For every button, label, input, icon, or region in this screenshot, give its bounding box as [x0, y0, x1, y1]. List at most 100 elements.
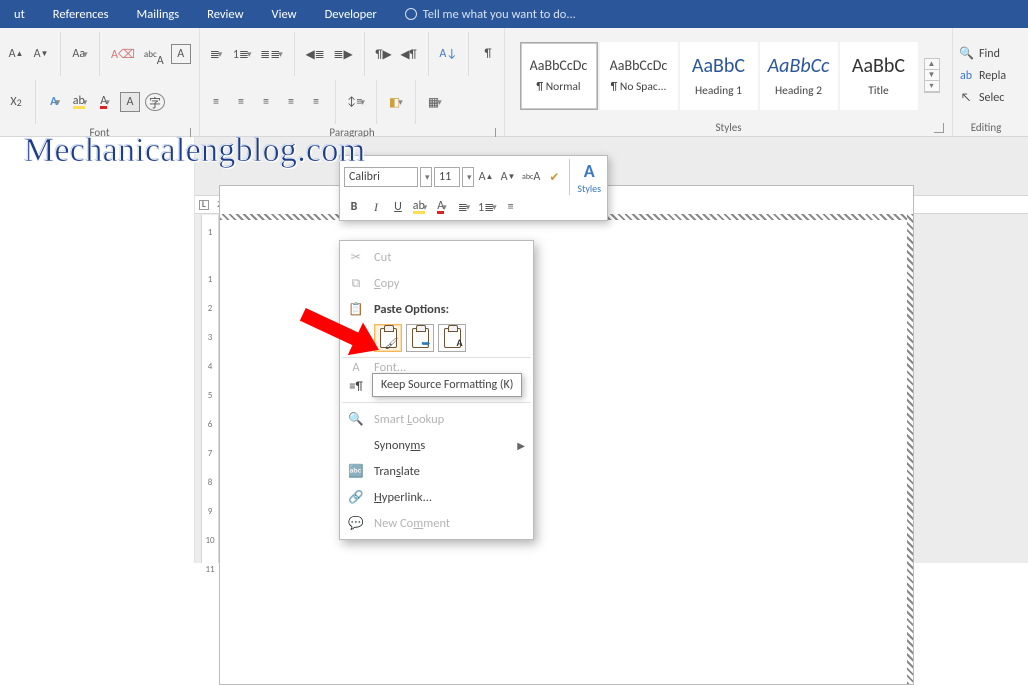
bold-button[interactable]: B — [344, 197, 364, 217]
ruler-mark: 8 — [208, 477, 213, 488]
character-border-button[interactable]: A — [171, 44, 191, 64]
select-label: Selec — [979, 91, 1004, 105]
line-spacing-button[interactable]: ↕≡▾ — [345, 92, 367, 112]
separator — [376, 80, 377, 124]
tab-view[interactable]: View — [258, 0, 311, 28]
paragraph-icon: ≡¶ — [346, 379, 366, 394]
translate-item[interactable]: 🔤 Translate — [340, 458, 533, 484]
style-normal[interactable]: AaBbCcDc ¶ Normal — [520, 42, 598, 110]
shading-button[interactable]: ◧▾ — [386, 92, 406, 112]
bullets-button[interactable]: ≣▾ — [206, 44, 226, 64]
tab-references[interactable]: References — [39, 0, 123, 28]
style-no-spacing[interactable]: AaBbCcDc ¶ No Spac... — [600, 42, 678, 110]
font-name-dropdown[interactable]: ▾ — [420, 167, 432, 187]
document-page[interactable] — [219, 185, 914, 685]
phonetic-guide-button[interactable]: abcA — [520, 167, 542, 187]
multilevel-list-button[interactable]: ≣≣▾ — [258, 44, 284, 64]
styles-scroller: ▲ ▼ ▾ — [924, 58, 940, 93]
character-shading-button[interactable]: A — [120, 92, 140, 112]
shrink-font-button[interactable]: A▼ — [31, 44, 51, 64]
font-name-combo[interactable]: Calibri — [344, 167, 418, 187]
vertical-ruler[interactable]: 1 1 2 3 4 5 6 7 8 9 10 11 — [201, 215, 219, 563]
justify-button[interactable]: ≡ — [281, 92, 301, 112]
paste-tooltip: Keep Source Formatting (K) — [372, 373, 522, 397]
borders-button[interactable]: ▦▾ — [425, 92, 445, 112]
smart-lookup-item[interactable]: 🔍 Smart Lookup — [340, 406, 533, 432]
tell-me-input[interactable]: Tell me what you want to do... — [391, 7, 576, 22]
font-size-combo[interactable]: 11 — [434, 167, 460, 187]
lightbulb-icon — [405, 8, 417, 20]
style-heading-2[interactable]: AaBbCc Heading 2 — [760, 42, 838, 110]
rtl-direction-button[interactable]: ◀¶ — [399, 44, 419, 64]
phonetic-guide-button[interactable]: abcA — [142, 44, 166, 64]
font-icon: A — [346, 361, 366, 373]
find-label: Find — [979, 47, 1000, 61]
align-button[interactable]: ≡ — [501, 197, 521, 217]
tab-developer[interactable]: Developer — [311, 0, 391, 28]
align-center-button[interactable]: ≡ — [231, 92, 251, 112]
watermark-text: Mechanicalengblog.com — [24, 132, 365, 170]
enclose-characters-button[interactable]: 字 — [145, 93, 165, 111]
change-case-button[interactable]: Aa▾ — [70, 44, 90, 64]
tab-layout[interactable]: ut — [0, 0, 39, 28]
synonyms-item[interactable]: Synonyms ▶ — [340, 432, 533, 458]
style-name: Title — [841, 84, 917, 98]
font-color-button[interactable]: A▾ — [432, 197, 452, 217]
style-heading-1[interactable]: AaBbC Heading 1 — [680, 42, 758, 110]
decrease-indent-button[interactable]: ◀≣ — [304, 44, 327, 64]
bullets-button[interactable]: ≣▾ — [454, 197, 474, 217]
shrink-font-button[interactable]: A▼ — [498, 167, 518, 187]
text-effects-button[interactable]: A▾ — [45, 92, 65, 112]
scissors-icon: ✂ — [346, 249, 366, 265]
styles-dialog-launcher[interactable] — [934, 123, 944, 133]
search-icon: 🔍 — [959, 46, 973, 61]
increase-indent-button[interactable]: ≣▶ — [332, 44, 355, 64]
cursor-icon: ↖ — [959, 91, 973, 105]
tab-mailings[interactable]: Mailings — [123, 0, 194, 28]
new-comment-item[interactable]: 💬 New Comment — [340, 510, 533, 536]
find-button[interactable]: 🔍 Find — [959, 44, 1013, 63]
style-title[interactable]: AaBbC Title — [840, 42, 918, 110]
style-name: Heading 1 — [681, 84, 757, 98]
highlight-button[interactable]: ab▾ — [70, 92, 90, 112]
distributed-button[interactable]: ≡ — [306, 92, 326, 112]
styles-expand[interactable]: ▾ — [925, 81, 939, 92]
clear-formatting-button[interactable]: A⌫ — [109, 44, 137, 64]
format-painter-button[interactable]: ✔ — [544, 167, 564, 187]
copy-item[interactable]: ⧉ Copy — [340, 270, 533, 296]
grow-font-button[interactable]: A▲ — [6, 44, 26, 64]
highlight-button[interactable]: ab▾ — [410, 197, 430, 217]
styles-group-label: Styles — [511, 121, 946, 134]
tab-selector[interactable]: L — [199, 200, 209, 210]
replace-button[interactable]: ab Repla — [959, 67, 1013, 85]
clipboard-a-icon — [444, 328, 461, 348]
grow-font-button[interactable]: A▲ — [476, 167, 496, 187]
paste-merge-button[interactable] — [406, 324, 434, 352]
ltr-direction-button[interactable]: ¶▶ — [374, 44, 394, 64]
align-right-button[interactable]: ≡ — [256, 92, 276, 112]
numbering-button[interactable]: 1≣▾ — [231, 44, 253, 64]
align-left-button[interactable]: ≡ — [206, 92, 226, 112]
numbering-button[interactable]: 1≣▾ — [476, 197, 499, 217]
comment-icon: 💬 — [346, 516, 366, 531]
styles-scroll-up[interactable]: ▲ — [925, 59, 939, 70]
paste-text-only-button[interactable] — [438, 324, 466, 352]
styles-button[interactable]: A Styles — [575, 167, 603, 187]
ruler-mark: 9 — [208, 506, 213, 517]
hyperlink-item[interactable]: 🔗 Hyperlink... — [340, 484, 533, 510]
cut-item[interactable]: ✂ Cut — [340, 244, 533, 270]
styles-scroll-down[interactable]: ▼ — [925, 70, 939, 81]
font-color-button[interactable]: A▾ — [95, 92, 115, 112]
font-size-dropdown[interactable]: ▾ — [462, 167, 474, 187]
tab-review[interactable]: Review — [193, 0, 257, 28]
superscript-button[interactable]: X2 — [6, 92, 26, 112]
replace-icon: ab — [959, 69, 973, 83]
ruler-mark: 1 — [208, 274, 213, 285]
italic-button[interactable]: I — [366, 197, 386, 217]
show-marks-button[interactable]: ¶ — [478, 44, 498, 64]
separator — [569, 159, 570, 195]
ruler-mark: 10 — [205, 535, 214, 546]
underline-button[interactable]: U — [388, 197, 408, 217]
sort-button[interactable]: A↓ — [438, 44, 460, 64]
select-button[interactable]: ↖ Selec — [959, 89, 1013, 107]
